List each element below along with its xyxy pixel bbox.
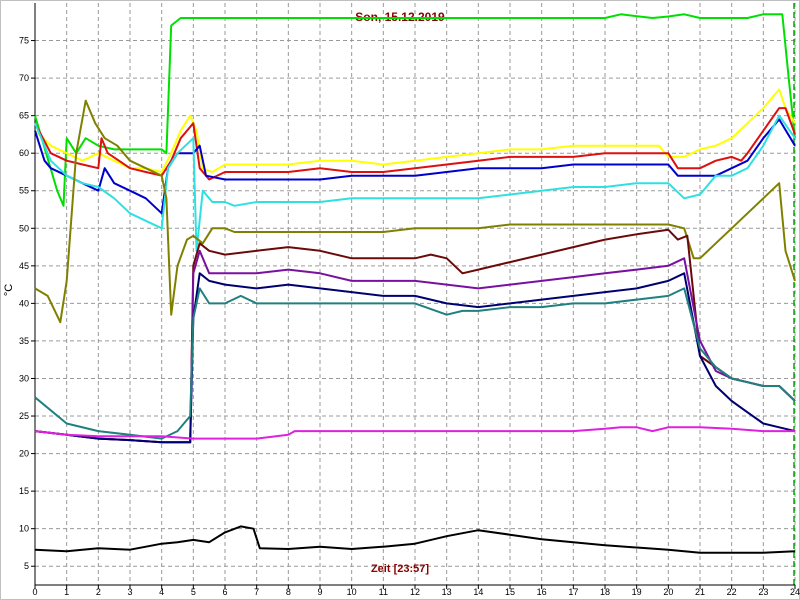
y-axis-label: °C — [3, 283, 15, 297]
x-tick-label: 2 — [96, 587, 101, 597]
x-tick-label: 10 — [347, 587, 357, 597]
x-tick-label: 24 — [790, 587, 800, 597]
y-tick-label: 50 — [19, 223, 29, 233]
y-tick-label: 20 — [19, 449, 29, 459]
y-tick-label: 15 — [19, 486, 29, 496]
x-tick-label: 12 — [410, 587, 420, 597]
x-tick-label: 23 — [758, 587, 768, 597]
x-tick-label: 0 — [32, 587, 37, 597]
x-tick-label: 22 — [727, 587, 737, 597]
y-tick-label: 60 — [19, 148, 29, 158]
x-tick-label: 7 — [254, 587, 259, 597]
x-tick-label: 3 — [127, 587, 132, 597]
x-tick-label: 9 — [317, 587, 322, 597]
y-tick-label: 75 — [19, 36, 29, 46]
x-tick-label: 6 — [222, 587, 227, 597]
y-tick-label: 25 — [19, 411, 29, 421]
y-tick-label: 10 — [19, 524, 29, 534]
x-tick-label: 1 — [64, 587, 69, 597]
x-tick-label: 14 — [473, 587, 483, 597]
x-tick-label: 4 — [159, 587, 164, 597]
x-tick-label: 11 — [379, 587, 388, 597]
temperature-chart: Son, 15.12.2019 0 1 2 3 4 5 6 7 8 9 10 11 12 13 14 15 16… — [0, 0, 800, 600]
y-tick-label: 40 — [19, 298, 29, 308]
x-tick-label: 13 — [442, 587, 452, 597]
y-tick-label: 55 — [19, 186, 29, 196]
x-tick-label: 18 — [600, 587, 610, 597]
grid — [34, 3, 796, 585]
x-tick-label: 21 — [695, 587, 705, 597]
y-tick-label: 65 — [19, 111, 29, 121]
x-tick-label: 15 — [505, 587, 515, 597]
chart-plot: 0 1 2 3 4 5 6 7 8 9 10 11 12 13 14 15 16 17 18 19 20 21 22 23 24… — [0, 0, 800, 600]
y-tick-label: 30 — [19, 373, 29, 383]
x-tick-label: 20 — [663, 587, 673, 597]
x-tick-label: 17 — [568, 587, 578, 597]
chart-frame — [0, 0, 800, 600]
x-tick-label: 19 — [632, 587, 642, 597]
axes: 0 1 2 3 4 5 6 7 8 9 10 11 12 13 14 15 16 17 18 19 20 21 22 23 24… — [0, 0, 800, 600]
y-tick-label: 70 — [19, 73, 29, 83]
x-tick-label: 8 — [286, 587, 291, 597]
x-axis-label: Zeit [23:57] — [370, 563, 430, 575]
y-tick-label: 35 — [19, 336, 29, 346]
y-tick-label: 45 — [19, 261, 29, 271]
x-tick-label: 5 — [191, 587, 196, 597]
x-tick-label: 16 — [537, 587, 547, 597]
